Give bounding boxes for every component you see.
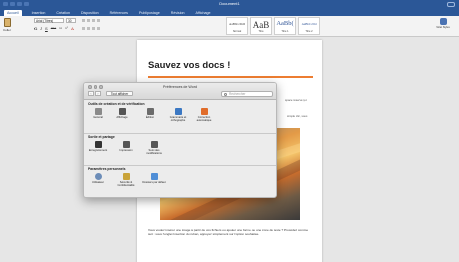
pref-label: Enregistrement <box>88 149 108 152</box>
pref-grammar[interactable]: Grammaire et orthographe <box>166 108 190 122</box>
search-icon <box>224 93 227 96</box>
subscript-button[interactable]: x₂ <box>59 26 62 31</box>
document-paragraph[interactable]: Vous voulez insérer une image à partir d… <box>148 228 313 237</box>
pref-label: Sécurité & Confidentialité <box>117 181 135 188</box>
user-icon <box>94 173 102 180</box>
pref-label: Impression <box>119 149 133 152</box>
styles-pane-icon <box>439 18 447 25</box>
section-authoring-tools: Outils de création et de vérification Gé… <box>84 102 276 134</box>
pref-save[interactable]: Enregistrement <box>86 141 110 152</box>
pref-label: Dossiers par défaut <box>142 181 166 184</box>
nav-arrows: ‹ › <box>88 91 101 96</box>
edit-icon <box>146 108 154 115</box>
style-titre-2[interactable]: AaBbCcDd Titre 2 <box>298 17 320 35</box>
folder-icon <box>150 173 158 180</box>
paste-icon[interactable] <box>4 18 11 27</box>
style-label: Titre 2 <box>305 30 313 33</box>
heading-rule <box>148 76 313 78</box>
list-buttons[interactable] <box>82 19 102 22</box>
autocorrect-icon <box>200 108 208 115</box>
lock-icon <box>122 173 130 180</box>
document-text-fragment[interactable]: simple clic, sous <box>287 114 307 118</box>
section-title: Paramètres personnels <box>88 167 126 171</box>
style-label: Titre <box>258 30 264 33</box>
forward-icon[interactable]: › <box>95 91 101 96</box>
style-sample: AaB <box>252 20 270 30</box>
pref-label: Utilisateur <box>92 181 104 184</box>
pref-edition[interactable]: Édition <box>138 108 162 119</box>
preferences-search-input[interactable]: Rechercher <box>221 91 273 97</box>
style-titre-1[interactable]: AaBb( Titre 1 <box>274 17 296 35</box>
pref-label: Affichage <box>116 116 128 119</box>
italic-button[interactable]: I <box>40 26 42 31</box>
pref-print[interactable]: Impression <box>114 141 138 152</box>
pref-autocorrect[interactable]: Correction automatique <box>192 108 216 122</box>
ribbon-tabs: Accueil Insertion Création Disposition R… <box>0 8 459 16</box>
print-icon <box>122 141 130 148</box>
align-buttons[interactable] <box>82 27 102 30</box>
font-name-select[interactable]: Arial (Titres) <box>34 18 64 23</box>
track-changes-icon <box>150 141 158 148</box>
font-size-select[interactable]: 30 <box>66 18 76 23</box>
section-personal-settings: Paramètres personnels Utilisateur Sécuri… <box>84 167 276 197</box>
section-title: Sortie et partage <box>88 135 115 139</box>
save-icon <box>94 141 102 148</box>
pref-label: Grammaire et orthographe <box>169 116 187 123</box>
section-divider <box>84 165 276 166</box>
paste-label: Coller <box>3 28 11 32</box>
pref-general[interactable]: Général <box>86 108 110 119</box>
section-output-sharing: Sortie et partage Enregistrement Impress… <box>84 135 276 166</box>
section-title: Outils de création et de vérification <box>88 102 145 106</box>
window-title: Document1 <box>219 1 240 6</box>
style-sample: AaBb( <box>276 20 294 27</box>
document-text-fragment[interactable]: space réservé (et <box>285 98 307 102</box>
superscript-button[interactable]: x² <box>65 26 68 31</box>
search-icon[interactable] <box>447 1 455 7</box>
preferences-toolbar: Préférences de Word ‹ › Tout afficher Re… <box>84 83 276 100</box>
preferences-title: Préférences de Word <box>163 85 197 89</box>
document-heading[interactable]: Sauvez vos docs ! <box>148 60 230 71</box>
format-buttons: G I S abc x₂ x² A <box>34 26 74 31</box>
pref-default-folders[interactable]: Dossiers par défaut <box>142 173 166 184</box>
pref-label: Édition <box>145 116 155 119</box>
general-icon <box>94 108 102 115</box>
pref-track-changes[interactable]: Suivi des modifications <box>142 141 166 155</box>
strikethrough-button[interactable]: abc <box>51 26 56 31</box>
pref-security[interactable]: Sécurité & Confidentialité <box>114 173 138 187</box>
style-sample: AaBbCcDdI <box>229 22 245 26</box>
styles-pane-label: Volet Styles <box>436 26 450 29</box>
font-color-button[interactable]: A <box>71 26 74 31</box>
style-sample: AaBbCcDd <box>301 22 317 26</box>
search-placeholder: Rechercher <box>229 92 246 96</box>
styles-pane-button[interactable]: Volet Styles <box>436 18 450 34</box>
title-bar: Document1 <box>0 0 459 8</box>
ribbon: Coller Arial (Titres) 30 G I S abc x₂ x²… <box>0 16 459 37</box>
section-divider <box>84 133 276 134</box>
pref-label: Général <box>93 116 103 119</box>
spelling-icon <box>174 108 182 115</box>
style-label: Normal <box>232 30 242 33</box>
back-icon[interactable]: ‹ <box>88 91 94 96</box>
pref-affichage[interactable]: Affichage <box>110 108 134 119</box>
style-normal[interactable]: AaBbCcDdI Normal <box>226 17 248 35</box>
pref-label: Suivi des modifications <box>146 149 162 156</box>
bold-button[interactable]: G <box>34 26 37 31</box>
style-titre[interactable]: AaB Titre <box>250 17 272 35</box>
show-all-button[interactable]: Tout afficher <box>106 91 133 96</box>
underline-button[interactable]: S <box>45 26 48 31</box>
preferences-dialog: Préférences de Word ‹ › Tout afficher Re… <box>83 82 277 198</box>
pref-user[interactable]: Utilisateur <box>86 173 110 184</box>
pref-label: Correction automatique <box>196 116 212 123</box>
view-icon <box>118 108 126 115</box>
style-label: Titre 1 <box>281 30 289 33</box>
